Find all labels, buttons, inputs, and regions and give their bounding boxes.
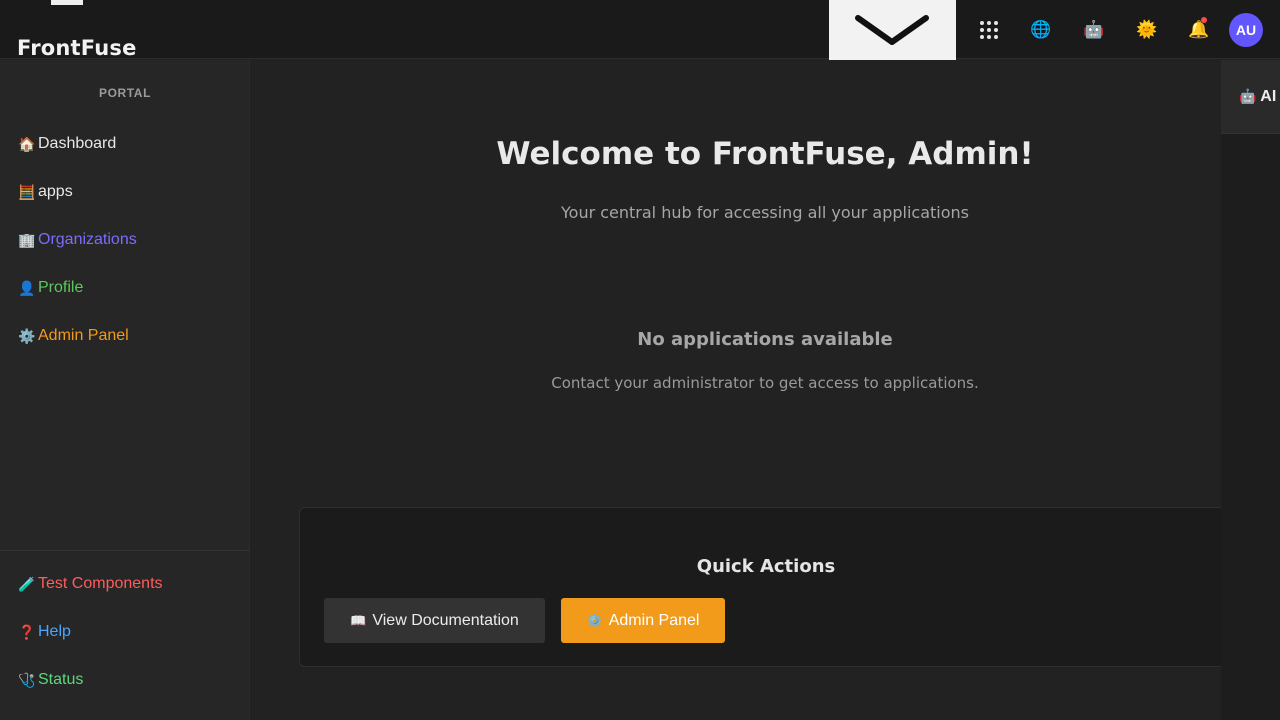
ai-side-panel: 🤖 AI xyxy=(1221,60,1280,720)
sidebar: PORTAL 🏠 Dashboard 🧮 apps 🏢 Organization… xyxy=(0,60,250,720)
bell-icon: 🔔 xyxy=(1188,20,1210,40)
theme-toggle-button[interactable]: 🌞 xyxy=(1131,14,1163,46)
empty-state-message: Contact your administrator to get access… xyxy=(551,374,979,392)
assistant-button[interactable]: 🤖 xyxy=(1078,14,1110,46)
admin-panel-label: Admin Panel xyxy=(608,611,700,629)
sidebar-item-label: Dashboard xyxy=(38,135,117,152)
sidebar-item-label: Status xyxy=(38,671,84,688)
quick-actions-title: Quick Actions xyxy=(696,556,836,577)
sidebar-section-label: PORTAL xyxy=(98,86,152,100)
person-icon: 👤 xyxy=(18,279,36,296)
notification-dot xyxy=(1201,17,1207,23)
ai-panel-title: 🤖 AI xyxy=(1239,88,1276,106)
sidebar-item-help[interactable]: ❓ Help xyxy=(18,619,71,645)
house-icon: 🏠 xyxy=(18,135,36,152)
sun-icon: 🌞 xyxy=(1136,20,1158,40)
quick-actions-card: Quick Actions 📖 View Documentation ⚙️ Ad… xyxy=(299,507,1239,667)
sidebar-item-label: Profile xyxy=(38,279,84,296)
question-mark-icon: ❓ xyxy=(18,623,36,640)
sidebar-item-dashboard[interactable]: 🏠 Dashboard xyxy=(18,131,116,157)
main-content: Welcome to FrontFuse, Admin! Your centra… xyxy=(251,60,1239,720)
top-bar: FrontFuse 🌐 🤖 🌞 🔔 AU xyxy=(0,0,1280,60)
admin-panel-button[interactable]: ⚙️ Admin Panel xyxy=(561,598,725,643)
language-button[interactable]: 🌐 xyxy=(1025,14,1057,46)
page-title: Welcome to FrontFuse, Admin! xyxy=(496,136,1034,172)
sidebar-item-label: Help xyxy=(38,623,71,640)
building-icon: 🏢 xyxy=(18,231,36,248)
user-avatar[interactable]: AU xyxy=(1229,13,1263,47)
page-subtitle: Your central hub for accessing all your … xyxy=(561,203,969,222)
apps-grid-icon xyxy=(980,21,998,39)
sidebar-item-profile[interactable]: 👤 Profile xyxy=(18,275,83,301)
sidebar-divider xyxy=(0,550,250,551)
sidebar-item-apps[interactable]: 🧮 apps xyxy=(18,179,73,205)
globe-icon: 🌐 xyxy=(1030,20,1052,40)
sidebar-item-label: Admin Panel xyxy=(38,327,129,344)
robot-icon: 🤖 xyxy=(1083,20,1105,40)
logo-mark xyxy=(51,0,83,5)
robot-icon: 🤖 xyxy=(1239,88,1257,104)
sidebar-item-label: Test Components xyxy=(38,575,163,592)
sidebar-item-label: Organizations xyxy=(38,231,137,248)
sidebar-item-label: apps xyxy=(38,183,73,200)
view-documentation-button[interactable]: 📖 View Documentation xyxy=(324,598,545,643)
book-icon: 📖 xyxy=(350,612,367,628)
dropdown-toggle-button[interactable] xyxy=(829,0,956,60)
sidebar-item-organizations[interactable]: 🏢 Organizations xyxy=(18,227,137,253)
gear-icon: ⚙️ xyxy=(586,612,603,628)
stethoscope-icon: 🩺 xyxy=(18,671,36,688)
apps-grid-button[interactable] xyxy=(973,14,1005,46)
abacus-icon: 🧮 xyxy=(18,183,36,200)
chevron-down-icon xyxy=(855,15,929,45)
ai-panel-title-text: AI xyxy=(1260,88,1277,105)
view-documentation-label: View Documentation xyxy=(372,611,519,629)
sidebar-item-test-components[interactable]: 🧪 Test Components xyxy=(18,571,163,597)
brand-title[interactable]: FrontFuse xyxy=(17,36,137,60)
ai-panel-header[interactable]: 🤖 AI xyxy=(1221,60,1280,134)
notifications-button[interactable]: 🔔 xyxy=(1183,14,1215,46)
empty-state-title: No applications available xyxy=(637,329,893,350)
sidebar-item-status[interactable]: 🩺 Status xyxy=(18,667,83,693)
gear-icon: ⚙️ xyxy=(18,327,36,344)
test-tube-icon: 🧪 xyxy=(18,575,36,592)
sidebar-item-admin-panel[interactable]: ⚙️ Admin Panel xyxy=(18,323,129,349)
